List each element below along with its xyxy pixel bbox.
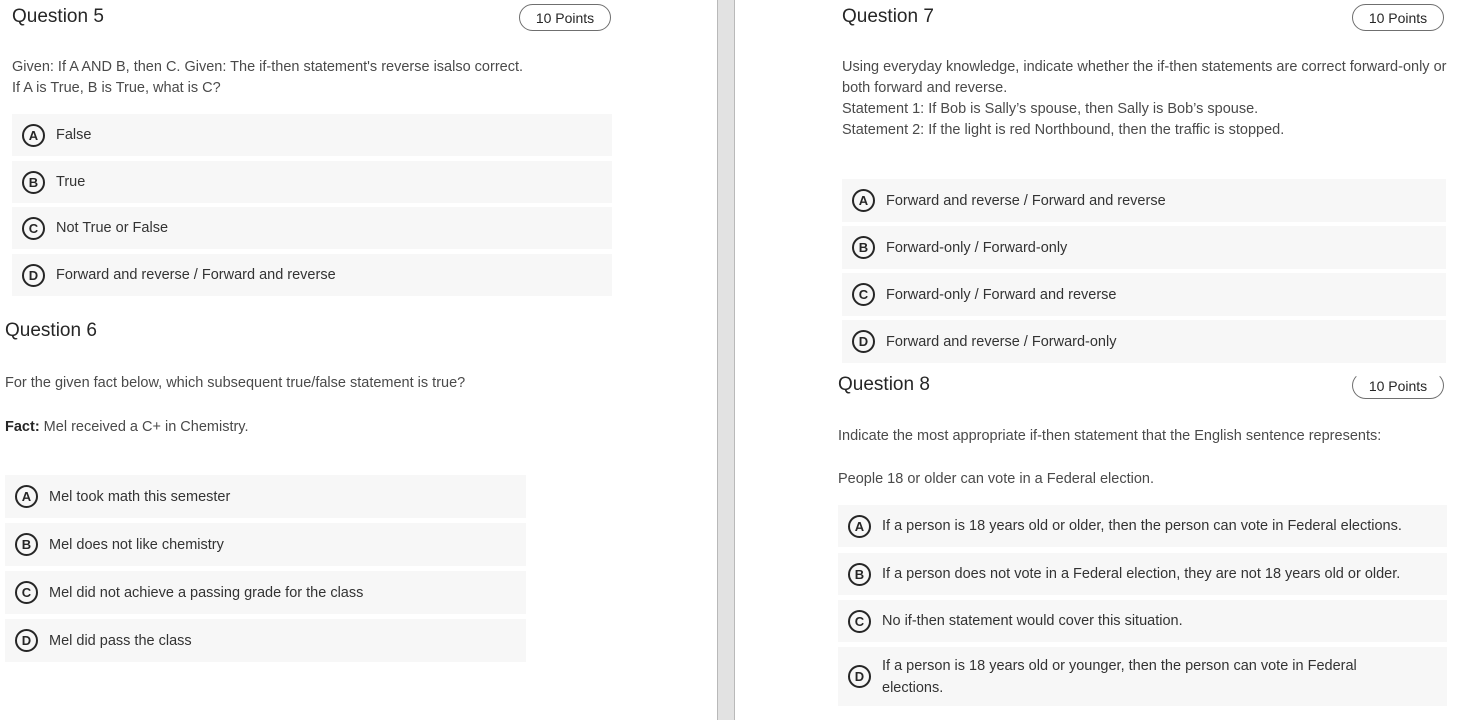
- option-text: Mel did not achieve a passing grade for …: [49, 584, 364, 601]
- option-letter-circle: C: [848, 609, 871, 633]
- question-title: Question 6: [5, 320, 97, 341]
- english-sentence: People 18 or older can vote in a Federal…: [838, 469, 1154, 490]
- points-badge: 10 Points: [1352, 4, 1444, 31]
- answer-option-b[interactable]: B True: [12, 161, 612, 203]
- answer-option-a[interactable]: A False: [12, 114, 612, 156]
- points-badge: 10 Points: [519, 4, 611, 31]
- question-prompt: Indicate the most appropriate if-then st…: [838, 426, 1381, 447]
- option-text: If a person is 18 years old or younger, …: [882, 657, 1357, 696]
- answer-option-c[interactable]: C Not True or False: [12, 207, 612, 249]
- prompt-line: Statement 1: If Bob is Sally’s spouse, t…: [842, 101, 1259, 117]
- answer-option-a[interactable]: A Mel took math this semester: [5, 475, 526, 518]
- prompt-line: Using everyday knowledge, indicate wheth…: [842, 59, 1447, 75]
- option-letter-circle: B: [15, 533, 38, 556]
- prompt-line: For the given fact below, which subseque…: [5, 375, 466, 391]
- option-text: If a person is 18 years old or older, th…: [882, 518, 1402, 534]
- option-text: No if-then statement would cover this si…: [882, 613, 1183, 629]
- option-letter-circle: A: [848, 514, 871, 538]
- answer-option-c[interactable]: C No if-then statement would cover this …: [838, 600, 1447, 642]
- option-text: Forward and reverse / Forward-only: [886, 333, 1117, 350]
- prompt-line: Statement 2: If the light is red Northbo…: [842, 122, 1285, 138]
- answer-option-d[interactable]: D Forward and reverse / Forward-only: [842, 320, 1446, 363]
- option-letter-circle: D: [852, 330, 875, 353]
- question-title: Question 5: [12, 6, 104, 27]
- option-text: Mel does not like chemistry: [49, 536, 224, 553]
- answer-option-c[interactable]: C Forward-only / Forward and reverse: [842, 273, 1446, 316]
- answer-option-b[interactable]: B Forward-only / Forward-only: [842, 226, 1446, 269]
- option-letter-circle: A: [15, 485, 38, 508]
- option-text: Mel did pass the class: [49, 632, 192, 649]
- fact-statement: Fact: Mel received a C+ in Chemistry.: [5, 417, 249, 438]
- option-text: Mel took math this semester: [49, 488, 231, 505]
- prompt-line: Given: If A AND B, then C. Given: The if…: [12, 59, 524, 75]
- option-text: Forward and reverse / Forward and revers…: [56, 267, 336, 283]
- answer-option-d[interactable]: D Mel did pass the class: [5, 619, 526, 662]
- answer-option-d[interactable]: D Forward and reverse / Forward and reve…: [12, 254, 612, 296]
- pane-splitter[interactable]: [717, 0, 735, 720]
- fact-label: Fact:: [5, 419, 40, 435]
- option-text: If a person does not vote in a Federal e…: [882, 566, 1401, 582]
- prompt-line: If A is True, B is True, what is C?: [12, 80, 221, 96]
- option-letter-circle: D: [22, 263, 45, 287]
- option-letter-circle: C: [852, 283, 875, 306]
- option-text: True: [56, 174, 86, 190]
- prompt-line: both forward and reverse.: [842, 80, 1008, 96]
- option-text: Forward-only / Forward-only: [886, 239, 1068, 256]
- option-letter-circle: C: [22, 216, 45, 240]
- question-title: Question 7: [842, 6, 934, 27]
- fact-text: Mel received a C+ in Chemistry.: [39, 419, 249, 435]
- option-letter-circle: D: [15, 629, 38, 652]
- right-pane: Question 7 10 Points Using everyday know…: [735, 0, 1466, 720]
- option-letter-circle: A: [22, 123, 45, 147]
- prompt-line: Indicate the most appropriate if-then st…: [838, 428, 1382, 444]
- option-letter-circle: B: [22, 170, 45, 194]
- answer-option-c[interactable]: C Mel did not achieve a passing grade fo…: [5, 571, 526, 614]
- option-letter-circle: D: [848, 665, 871, 688]
- option-text: Not True or False: [56, 220, 169, 236]
- answer-option-b[interactable]: B Mel does not like chemistry: [5, 523, 526, 566]
- answer-option-a[interactable]: A Forward and reverse / Forward and reve…: [842, 179, 1446, 222]
- option-letter-circle: A: [852, 189, 875, 212]
- question-prompt: Using everyday knowledge, indicate wheth…: [842, 57, 1446, 141]
- option-letter-circle: B: [852, 236, 875, 259]
- option-text: Forward-only / Forward and reverse: [886, 286, 1117, 303]
- option-text: Forward and reverse / Forward and revers…: [886, 192, 1166, 209]
- answer-option-d[interactable]: D If a person is 18 years old or younger…: [838, 647, 1447, 706]
- answer-option-b[interactable]: B If a person does not vote in a Federal…: [838, 553, 1447, 595]
- sentence-text: People 18 or older can vote in a Federal…: [838, 471, 1154, 487]
- option-text: False: [56, 127, 92, 143]
- question-prompt: For the given fact below, which subseque…: [5, 373, 465, 394]
- answer-option-a[interactable]: A If a person is 18 years old or older, …: [838, 505, 1447, 547]
- option-letter-circle: B: [848, 562, 871, 586]
- question-title: Question 8: [838, 374, 930, 395]
- question-prompt: Given: If A AND B, then C. Given: The if…: [12, 57, 523, 99]
- points-badge: 10 Points: [1352, 372, 1444, 399]
- option-letter-circle: C: [15, 581, 38, 604]
- left-pane: Question 5 10 Points Given: If A AND B, …: [0, 0, 717, 720]
